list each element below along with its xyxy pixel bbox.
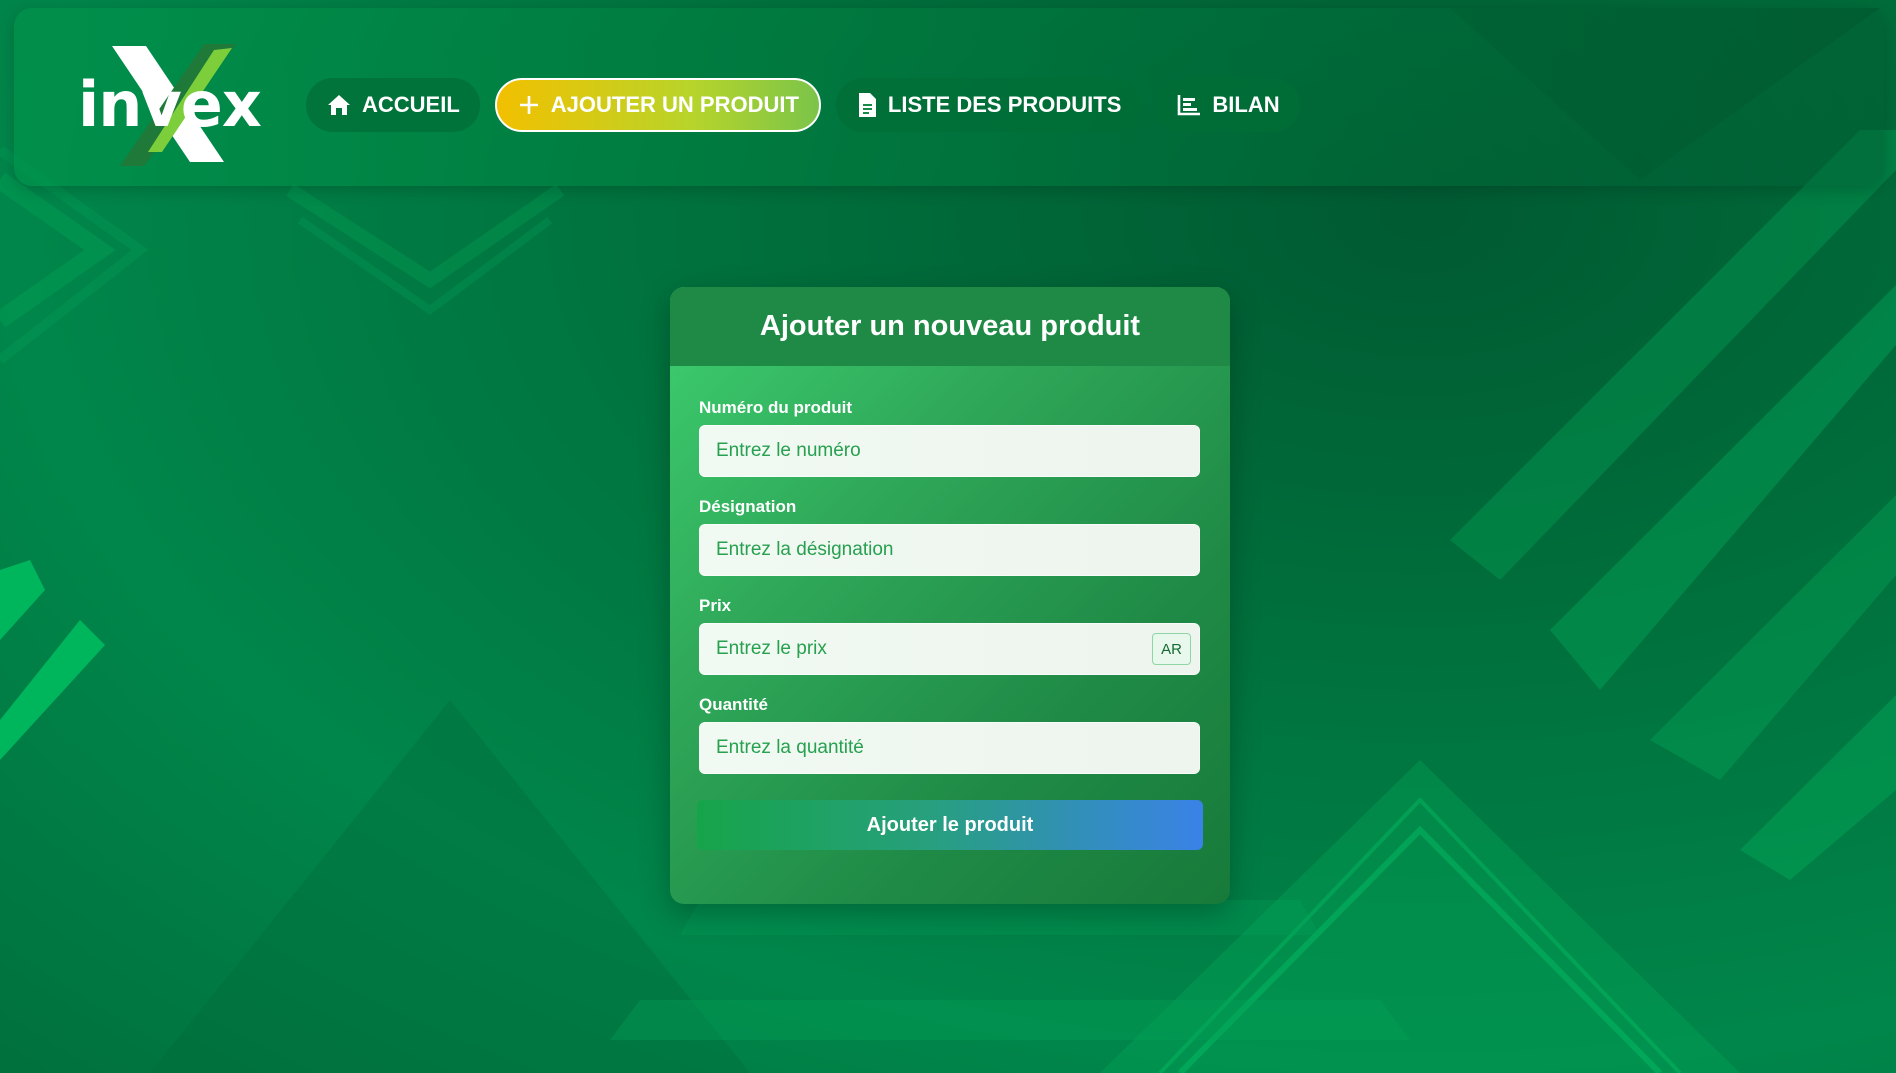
nav-label: LISTE DES PRODUITS (887, 92, 1122, 117)
field-prix: Prix AR (699, 596, 1201, 675)
nav-ajouter-produit[interactable]: AJOUTER UN PRODUIT (494, 78, 821, 132)
field-label: Quantité (699, 695, 768, 714)
brand-name: invex (78, 68, 262, 141)
prix-input[interactable] (699, 623, 1200, 675)
designation-input[interactable] (699, 524, 1200, 576)
submit-add-product-button[interactable]: Ajouter le produit (697, 800, 1203, 850)
numero-input[interactable] (699, 425, 1200, 477)
nav-liste-produits[interactable]: LISTE DES PRODUITS (835, 78, 1142, 132)
invex-logo[interactable]: invex (64, 34, 262, 174)
chart-icon (1178, 95, 1201, 116)
quantite-input[interactable] (699, 722, 1200, 774)
field-label: Prix (699, 596, 732, 615)
nav-bilan[interactable]: BILAN (1156, 78, 1300, 132)
nav-label: AJOUTER UN PRODUIT (550, 92, 799, 117)
field-quantite: Quantité (699, 695, 1201, 774)
main-nav: ACCUEIL AJOUTER UN PRODUIT LISTE DES PRO… (306, 78, 1300, 132)
field-numero: Numéro du produit (699, 398, 1201, 477)
plus-icon (519, 96, 538, 114)
nav-accueil[interactable]: ACCUEIL (306, 78, 480, 132)
nav-label: ACCUEIL (362, 92, 460, 117)
field-designation: Désignation (699, 497, 1201, 576)
form-title: Ajouter un nouveau produit (759, 310, 1141, 342)
document-icon (858, 93, 876, 117)
field-label: Désignation (699, 497, 797, 516)
top-navbar: invex ACCUEIL AJOUTER UN PRODUIT LISTE D… (14, 8, 1884, 186)
form-header: Ajouter un nouveau produit (670, 287, 1230, 366)
home-icon (328, 95, 350, 115)
field-label: Numéro du produit (699, 398, 852, 417)
add-product-form: Numéro du produit Désignation Prix AR Qu… (670, 366, 1230, 850)
currency-suffix: AR (1152, 633, 1191, 665)
add-product-form-card: Ajouter un nouveau produit Numéro du pro… (670, 287, 1230, 904)
nav-label: BILAN (1212, 92, 1280, 117)
